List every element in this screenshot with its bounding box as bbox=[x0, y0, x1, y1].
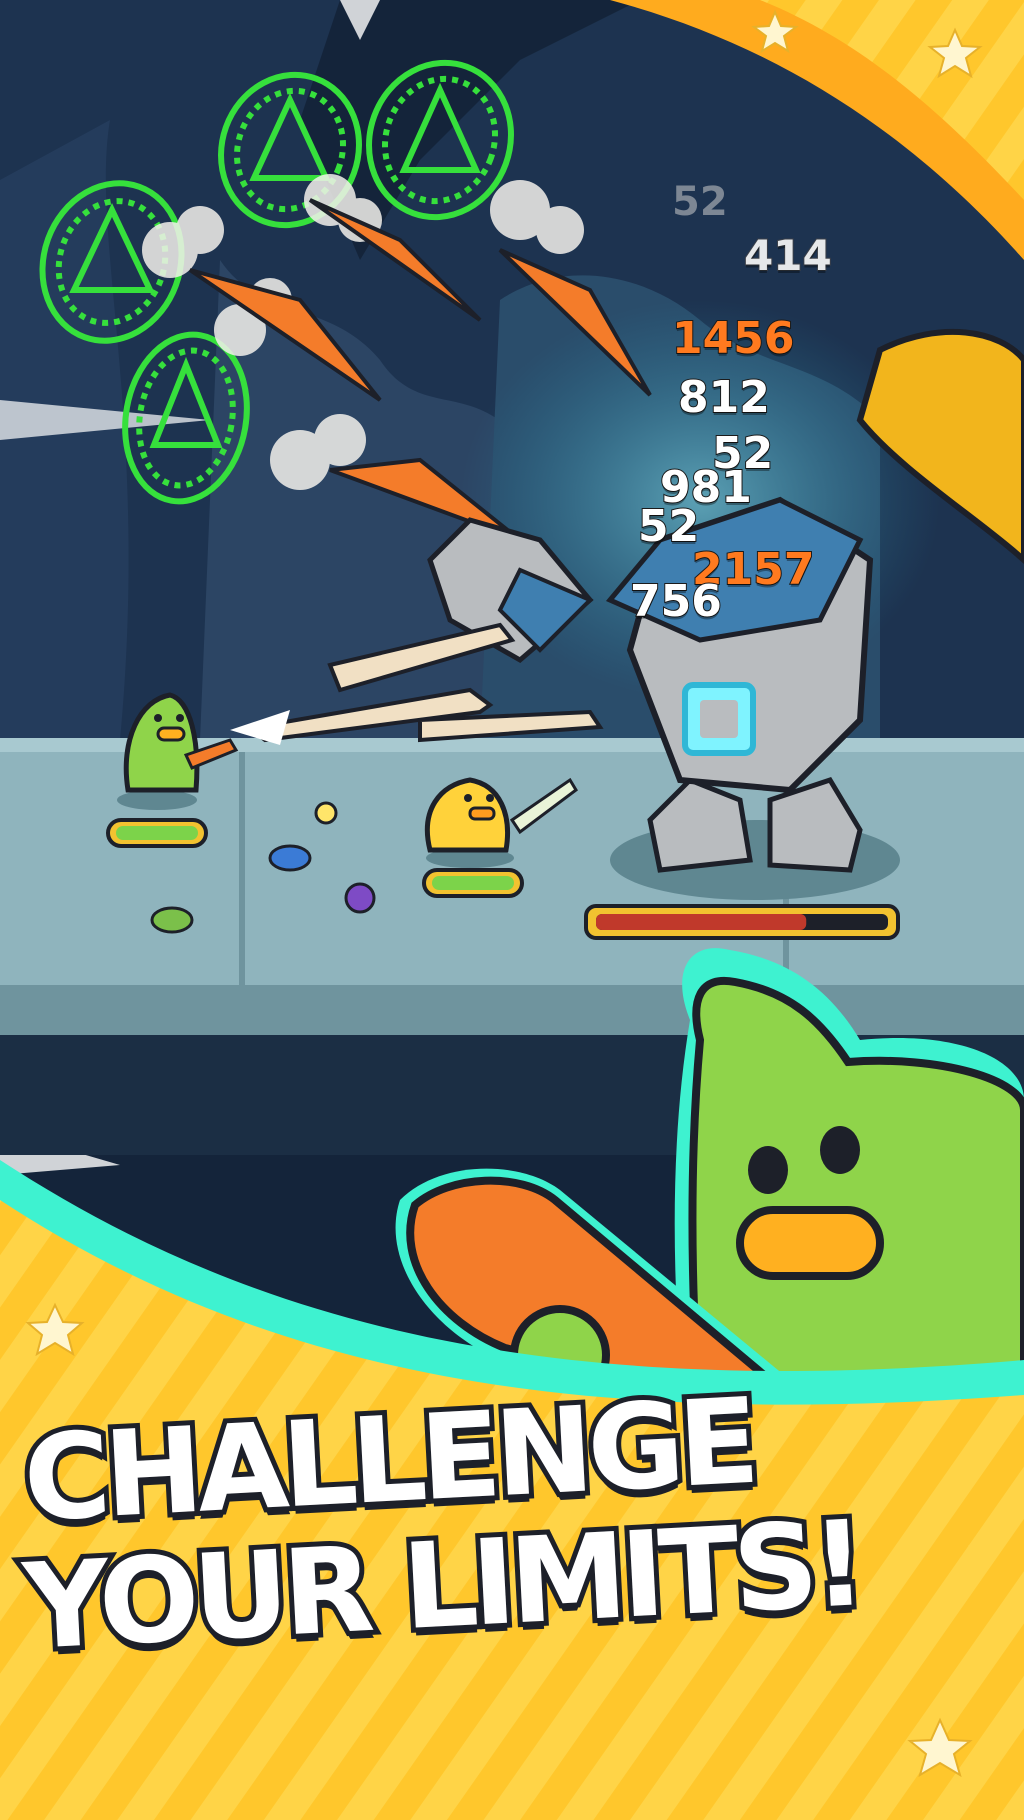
pet-turtle bbox=[150, 906, 194, 934]
damage-number: 756 bbox=[629, 576, 723, 627]
damage-number: 52 bbox=[637, 501, 700, 552]
damage-number: 1456 bbox=[671, 313, 795, 364]
damage-number: 414 bbox=[743, 231, 833, 280]
ally-health-bar bbox=[422, 868, 524, 898]
pet-fish bbox=[268, 844, 312, 872]
pet-octopus bbox=[344, 882, 376, 914]
game-screenshot: 52 414 1456 812 52 981 52 2157 756 CHALL… bbox=[0, 0, 1024, 1820]
damage-number: 812 bbox=[677, 372, 771, 423]
boss-health-bar bbox=[584, 904, 900, 940]
player-health-bar bbox=[106, 818, 208, 848]
pet-firefly bbox=[314, 801, 338, 825]
damage-number: 52 bbox=[672, 179, 728, 225]
